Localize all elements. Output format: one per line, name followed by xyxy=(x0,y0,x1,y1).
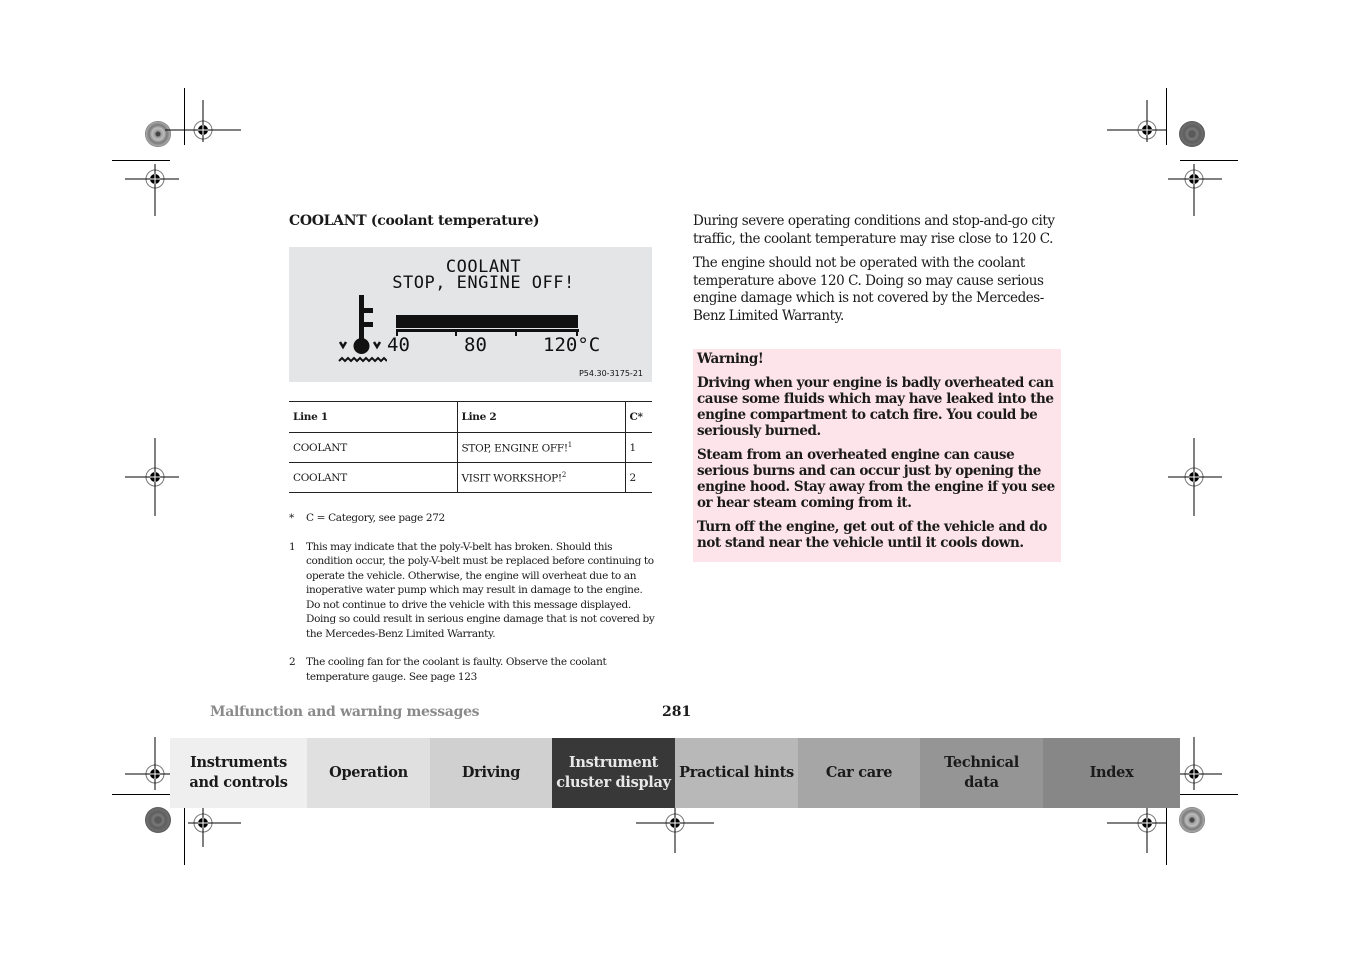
warning-paragraph: Driving when your engine is badly overhe… xyxy=(697,375,1054,439)
tab-operation[interactable]: Operation xyxy=(307,738,430,808)
registration-target-icon xyxy=(1168,438,1222,516)
crop-line xyxy=(1166,808,1167,865)
registration-target-icon xyxy=(1168,164,1222,216)
cell-line2: VISIT WORKSHOP!2 xyxy=(457,462,626,493)
tab-label: Practical hints xyxy=(679,764,794,781)
cell-category: 2 xyxy=(625,462,652,493)
tab-label: Instruments xyxy=(189,754,288,771)
figure-code: P54.30-3175-21 xyxy=(578,369,643,378)
footnote-marker: 1 xyxy=(289,540,296,553)
color-rosette-icon xyxy=(1179,807,1205,833)
message-table: Line 1 Line 2 C* COOLANT STOP, ENGINE OF… xyxy=(289,401,652,493)
registration-target-icon xyxy=(1107,100,1167,142)
cell-line1: COOLANT xyxy=(289,432,458,463)
crop-line xyxy=(1166,88,1167,145)
column-header: C* xyxy=(625,401,652,433)
registration-target-icon xyxy=(636,808,714,853)
footnotes: * C = Category, see page 272 1 This may … xyxy=(289,511,657,698)
warning-paragraph: Steam from an overheated engine can caus… xyxy=(697,447,1055,511)
tab-label: data xyxy=(964,774,999,791)
crop-line xyxy=(1180,794,1238,795)
body-text: During severe operating conditions and s… xyxy=(693,213,1065,332)
footnote: * C = Category, see page 272 xyxy=(289,511,657,526)
cell-line1: COOLANT xyxy=(289,462,458,493)
crop-line xyxy=(112,160,170,161)
page-number: 281 xyxy=(662,704,692,720)
tab-index[interactable]: Index xyxy=(1043,738,1180,808)
section-title: COOLANT (coolant temperature) xyxy=(289,213,540,229)
registration-target-icon xyxy=(1179,737,1222,790)
instrument-display-illustration: COOLANT STOP, ENGINE OFF! 40 80 120°C P5… xyxy=(289,247,652,382)
tab-car-care[interactable]: Car care xyxy=(798,738,920,808)
registration-target-icon xyxy=(125,737,175,790)
body-paragraph: During severe operating conditions and s… xyxy=(693,213,1055,247)
registration-target-icon xyxy=(165,100,241,142)
footnote: 2 The cooling fan for the coolant is fau… xyxy=(289,655,657,684)
tab-label: Car care xyxy=(825,764,893,781)
tab-label: Technical xyxy=(944,754,1019,771)
body-paragraph: The engine should not be operated with t… xyxy=(693,255,1044,324)
footnote-text: C = Category, see page 272 xyxy=(306,512,445,524)
tab-label: Driving xyxy=(461,764,521,781)
tab-technical-data[interactable]: Technical data xyxy=(920,738,1043,808)
cell-line2-text: STOP, ENGINE OFF! xyxy=(461,442,569,455)
chapter-tabs: Instruments and controls Operation Drivin… xyxy=(170,738,1180,808)
cell-line2: STOP, ENGINE OFF!1 xyxy=(457,432,626,463)
gauge-fill-bar xyxy=(396,315,578,328)
crop-line xyxy=(184,808,185,865)
tab-instrument-cluster-display[interactable]: Instrument cluster display xyxy=(552,738,675,808)
running-section-name: Malfunction and warning messages xyxy=(210,704,480,720)
cell-category: 1 xyxy=(625,432,652,463)
registration-target-icon xyxy=(188,808,241,847)
footnote: 1 This may indicate that the poly-V-belt… xyxy=(289,540,657,642)
footnote-marker: * xyxy=(289,512,294,524)
table-row: COOLANT VISIT WORKSHOP!2 2 xyxy=(289,462,652,493)
tab-label: and controls xyxy=(189,774,288,791)
warning-title: Warning! xyxy=(697,351,764,367)
color-rosette-icon xyxy=(1179,121,1205,147)
table-row: COOLANT STOP, ENGINE OFF!1 1 xyxy=(289,432,652,463)
tab-label: cluster display xyxy=(556,774,671,791)
table-header-row: Line 1 Line 2 C* xyxy=(289,401,652,433)
footnote-marker: 2 xyxy=(289,656,296,668)
tab-label: Operation xyxy=(329,764,408,781)
column-header: Line 2 xyxy=(457,401,626,433)
footnote-text: The cooling fan for the coolant is fault… xyxy=(306,656,607,683)
footnote-text: This may indicate that the poly-V-belt h… xyxy=(306,540,655,640)
footnote-ref: 2 xyxy=(561,470,566,479)
column-header: Line 1 xyxy=(289,401,458,433)
crop-line xyxy=(184,88,185,145)
display-line-2: STOP, ENGINE OFF! xyxy=(392,273,575,293)
crop-line xyxy=(112,794,170,795)
coolant-temperature-icon xyxy=(338,295,387,363)
cell-line2-text: VISIT WORKSHOP! xyxy=(461,472,563,485)
tab-label: Index xyxy=(1089,764,1134,781)
color-rosette-icon xyxy=(145,121,171,147)
crop-line xyxy=(1180,160,1238,161)
gauge-label: 80 xyxy=(464,334,487,356)
color-rosette-icon xyxy=(145,807,171,833)
gauge-label: 120°C xyxy=(543,334,601,356)
tab-label: Instrument xyxy=(568,754,659,771)
warning-box: Warning! Driving when your engine is bad… xyxy=(693,349,1061,562)
registration-target-icon xyxy=(125,164,179,216)
tab-instruments-and-controls[interactable]: Instruments and controls xyxy=(170,738,307,808)
warning-paragraph: Turn off the engine, get out of the vehi… xyxy=(697,519,1047,551)
registration-target-icon xyxy=(125,438,179,516)
tab-practical-hints[interactable]: Practical hints xyxy=(675,738,798,808)
footnote-ref: 1 xyxy=(567,440,572,449)
registration-target-icon xyxy=(1107,808,1167,853)
tab-driving[interactable]: Driving xyxy=(430,738,552,808)
gauge-label: 40 xyxy=(387,334,410,356)
